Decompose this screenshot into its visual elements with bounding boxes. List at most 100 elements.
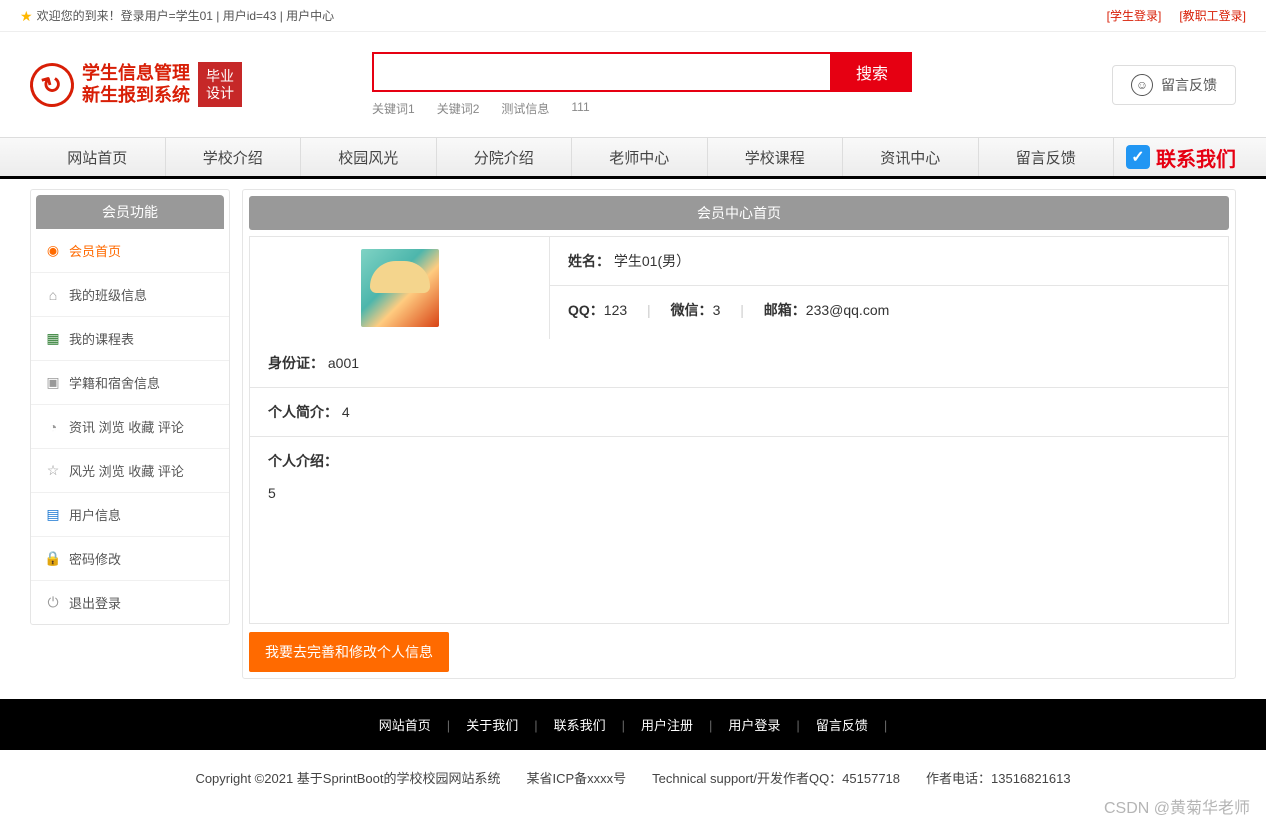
logo-icon: ↻	[25, 58, 79, 112]
sidebar-title: 会员功能	[36, 195, 224, 229]
footer-copyright: Copyright ©2021 基于SprintBoot的学校校园网站系统 某省…	[0, 750, 1266, 805]
search-input[interactable]	[372, 52, 832, 92]
separator: |	[622, 718, 625, 733]
contact-row: QQ：123 | 微信：3 | 邮箱：233@qq.com	[550, 286, 1228, 334]
welcome-text: ★ 欢迎您的到来！登录用户=学生01 | 用户id=43 | 用户中心	[20, 0, 334, 31]
sidebar-item-label: 我的班级信息	[69, 285, 147, 304]
content-panel: 会员中心首页 姓名： 学生01(男） QQ：123 | 微信：3 |	[242, 189, 1236, 679]
top-links: [学生登录] [教职工登录]	[1107, 0, 1246, 31]
edit-profile-button[interactable]: 我要去完善和修改个人信息	[249, 632, 449, 672]
qq-label: QQ：	[568, 302, 604, 318]
nav-item[interactable]: 学校介绍	[166, 138, 302, 176]
nav-item[interactable]: 老师中心	[572, 138, 708, 176]
intro-label: 个人介绍：	[268, 453, 338, 469]
summary-value: 4	[342, 404, 350, 420]
sidebar-item-label: 退出登录	[69, 593, 121, 612]
dorm-icon: ▣	[45, 375, 61, 391]
idcard-row: 身份证： a001	[250, 339, 1228, 388]
search-button[interactable]: 搜索	[832, 52, 912, 92]
footer-link[interactable]: 用户注册	[641, 718, 693, 733]
sidebar-item-label: 资讯 浏览 收藏 评论	[69, 417, 184, 436]
sidebar-item[interactable]: ⏻ 退出登录	[31, 581, 229, 624]
user-icon: ▤	[45, 507, 61, 523]
scenery-icon: ☆	[45, 463, 61, 479]
nav-item[interactable]: 资讯中心	[843, 138, 979, 176]
password-icon: 🔒	[45, 551, 61, 567]
name-row: 姓名： 学生01(男）	[550, 237, 1228, 286]
intro-row: 个人介绍： 5	[250, 437, 1228, 617]
contact-label: 联系我们	[1156, 143, 1236, 172]
separator: |	[884, 718, 887, 733]
sidebar-item[interactable]: ◔ 资讯 浏览 收藏 评论	[31, 405, 229, 449]
nav-item[interactable]: 分院介绍	[437, 138, 573, 176]
sidebar-item[interactable]: ▤ 用户信息	[31, 493, 229, 537]
sidebar-item[interactable]: ◉ 会员首页	[31, 229, 229, 273]
profile-table: 姓名： 学生01(男） QQ：123 | 微信：3 | 邮箱：233@qq.co…	[249, 236, 1229, 624]
separator: |	[796, 718, 799, 733]
footer-link[interactable]: 留言反馈	[816, 718, 868, 733]
headset-icon: ☺	[1131, 74, 1153, 96]
main-nav: 网站首页学校介绍校园风光分院介绍老师中心学校课程资讯中心留言反馈✓联系我们	[0, 137, 1266, 179]
top-bar: ★ 欢迎您的到来！登录用户=学生01 | 用户id=43 | 用户中心 [学生登…	[0, 0, 1266, 32]
class-icon: ⌂	[45, 287, 61, 303]
feedback-label: 留言反馈	[1161, 75, 1217, 95]
schedule-icon: ▦	[45, 331, 61, 347]
wechat-label: 微信：	[671, 302, 713, 318]
sidebar-item[interactable]: ⌂ 我的班级信息	[31, 273, 229, 317]
keyword-link[interactable]: 111	[571, 100, 589, 117]
welcome-message[interactable]: 欢迎您的到来！登录用户=学生01 | 用户id=43 | 用户中心	[37, 0, 335, 32]
check-icon: ✓	[1126, 145, 1150, 169]
sidebar-item[interactable]: ☆ 风光 浏览 收藏 评论	[31, 449, 229, 493]
nav-item[interactable]: 校园风光	[301, 138, 437, 176]
sidebar-item-label: 风光 浏览 收藏 评论	[69, 461, 184, 480]
sidebar-item-label: 会员首页	[69, 241, 121, 260]
sidebar-item[interactable]: 🔒密码修改	[31, 537, 229, 581]
nav-item[interactable]: 学校课程	[708, 138, 844, 176]
sidebar-item-label: 学籍和宿舍信息	[69, 373, 160, 392]
email-value: 233@qq.com	[806, 302, 889, 318]
sidebar-item-label: 用户信息	[69, 505, 121, 524]
nav-item[interactable]: 留言反馈	[979, 138, 1115, 176]
info-cell: 姓名： 学生01(男） QQ：123 | 微信：3 | 邮箱：233@qq.co…	[550, 237, 1228, 339]
feedback-button[interactable]: ☺ 留言反馈	[1112, 65, 1236, 105]
content-title: 会员中心首页	[249, 196, 1229, 230]
footer-link[interactable]: 网站首页	[379, 718, 431, 733]
idcard-label: 身份证：	[268, 355, 324, 371]
news-icon: ◔	[45, 419, 61, 435]
sidebar-item[interactable]: ▣ 学籍和宿舍信息	[31, 361, 229, 405]
keyword-link[interactable]: 关键词1	[372, 100, 415, 117]
logo-text: 学生信息管理 新生报到系统	[82, 63, 190, 106]
keyword-link[interactable]: 关键词2	[437, 100, 480, 117]
keyword-link[interactable]: 测试信息	[501, 100, 549, 117]
separator: |	[740, 302, 744, 318]
logo-line2: 新生报到系统	[82, 85, 190, 107]
header: ↻ 学生信息管理 新生报到系统 毕业 设计 搜索 关键词1 关键词2 测试信息 111…	[0, 32, 1266, 137]
home-icon: ◉	[45, 243, 61, 259]
student-login-link[interactable]: [学生登录]	[1107, 0, 1162, 31]
staff-login-link[interactable]: [教职工登录]	[1179, 0, 1246, 31]
nav-contact[interactable]: ✓联系我们	[1114, 143, 1236, 172]
sidebar-list: ◉ 会员首页 ⌂ 我的班级信息 ▦我的课程表 ▣ 学籍和宿舍信息 ◔ 资讯 浏览 收藏 评论 ☆ 风…	[31, 229, 229, 624]
name-label: 姓名：	[568, 253, 610, 269]
footer-link[interactable]: 关于我们	[466, 718, 518, 733]
footer-link[interactable]: 联系我们	[554, 718, 606, 733]
logo-block[interactable]: ↻ 学生信息管理 新生报到系统 毕业 设计	[30, 62, 242, 108]
intro-value: 5	[268, 485, 1210, 501]
badge-line2: 设计	[206, 85, 234, 102]
separator: |	[447, 718, 450, 733]
nav-item[interactable]: 网站首页	[30, 138, 166, 176]
name-value: 学生01(男）	[614, 253, 690, 269]
footer-link[interactable]: 用户登录	[728, 718, 780, 733]
sidebar-item[interactable]: ▦我的课程表	[31, 317, 229, 361]
main-area: 会员功能 ◉ 会员首页 ⌂ 我的班级信息 ▦我的课程表 ▣ 学籍和宿舍信息 ◔ 资讯 浏览 收藏…	[0, 179, 1266, 699]
separator: |	[709, 718, 712, 733]
avatar-image	[361, 249, 439, 327]
qq-value: 123	[604, 302, 627, 318]
wechat-value: 3	[713, 302, 721, 318]
logout-icon: ⏻	[45, 595, 61, 611]
logo-badge: 毕业 设计	[198, 62, 242, 108]
summary-label: 个人简介：	[268, 404, 338, 420]
summary-row: 个人简介： 4	[250, 388, 1228, 437]
idcard-value: a001	[328, 355, 359, 371]
badge-line1: 毕业	[206, 68, 234, 85]
